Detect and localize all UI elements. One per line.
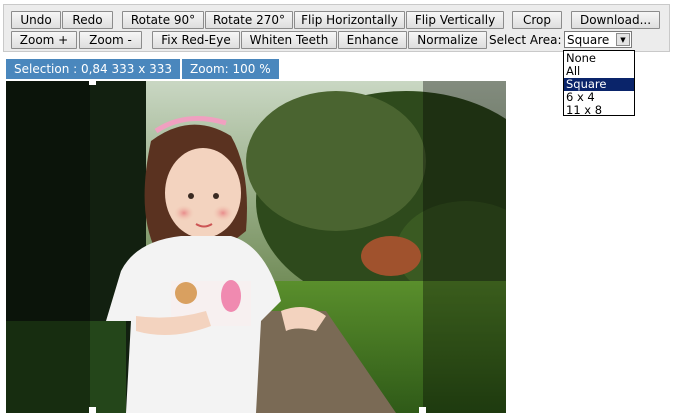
- selection-handle-top-left[interactable]: [89, 81, 96, 85]
- rotate-90-button[interactable]: Rotate 90°: [122, 11, 204, 29]
- fix-red-eye-button[interactable]: Fix Red-Eye: [152, 31, 240, 49]
- normalize-button[interactable]: Normalize: [408, 31, 487, 49]
- undo-button[interactable]: Undo: [11, 11, 61, 29]
- selection-handle-bottom-right[interactable]: [419, 407, 426, 413]
- flip-horizontally-button[interactable]: Flip Horizontally: [294, 11, 405, 29]
- select-area-label: Select Area:: [489, 33, 562, 47]
- zoom-out-button[interactable]: Zoom -: [79, 31, 142, 49]
- chevron-down-icon[interactable]: ▼: [616, 33, 630, 46]
- crop-button[interactable]: Crop: [512, 11, 562, 29]
- select-area-dropdown[interactable]: Square ▼: [564, 31, 632, 48]
- redo-button[interactable]: Redo: [62, 11, 113, 29]
- photo-image: [6, 81, 506, 413]
- selection-handle-bottom-left[interactable]: [89, 407, 96, 413]
- select-area-options-list: None All Square 6 x 4 11 x 8: [563, 50, 635, 117]
- zoom-status: Zoom: 100 %: [182, 59, 279, 79]
- whiten-teeth-button[interactable]: Whiten Teeth: [241, 31, 337, 49]
- option-11x8[interactable]: 11 x 8: [564, 104, 634, 117]
- flip-vertically-button[interactable]: Flip Vertically: [406, 11, 504, 29]
- rotate-270-button[interactable]: Rotate 270°: [205, 11, 293, 29]
- enhance-button[interactable]: Enhance: [338, 31, 407, 49]
- status-bar: Selection : 0,84 333 x 333 Zoom: 100 %: [6, 59, 279, 79]
- zoom-in-button[interactable]: Zoom +: [11, 31, 77, 49]
- select-area-value: Square: [567, 33, 610, 47]
- selection-status: Selection : 0,84 333 x 333: [6, 59, 181, 79]
- photo-canvas[interactable]: [6, 81, 506, 413]
- download-button[interactable]: Download...: [571, 11, 660, 29]
